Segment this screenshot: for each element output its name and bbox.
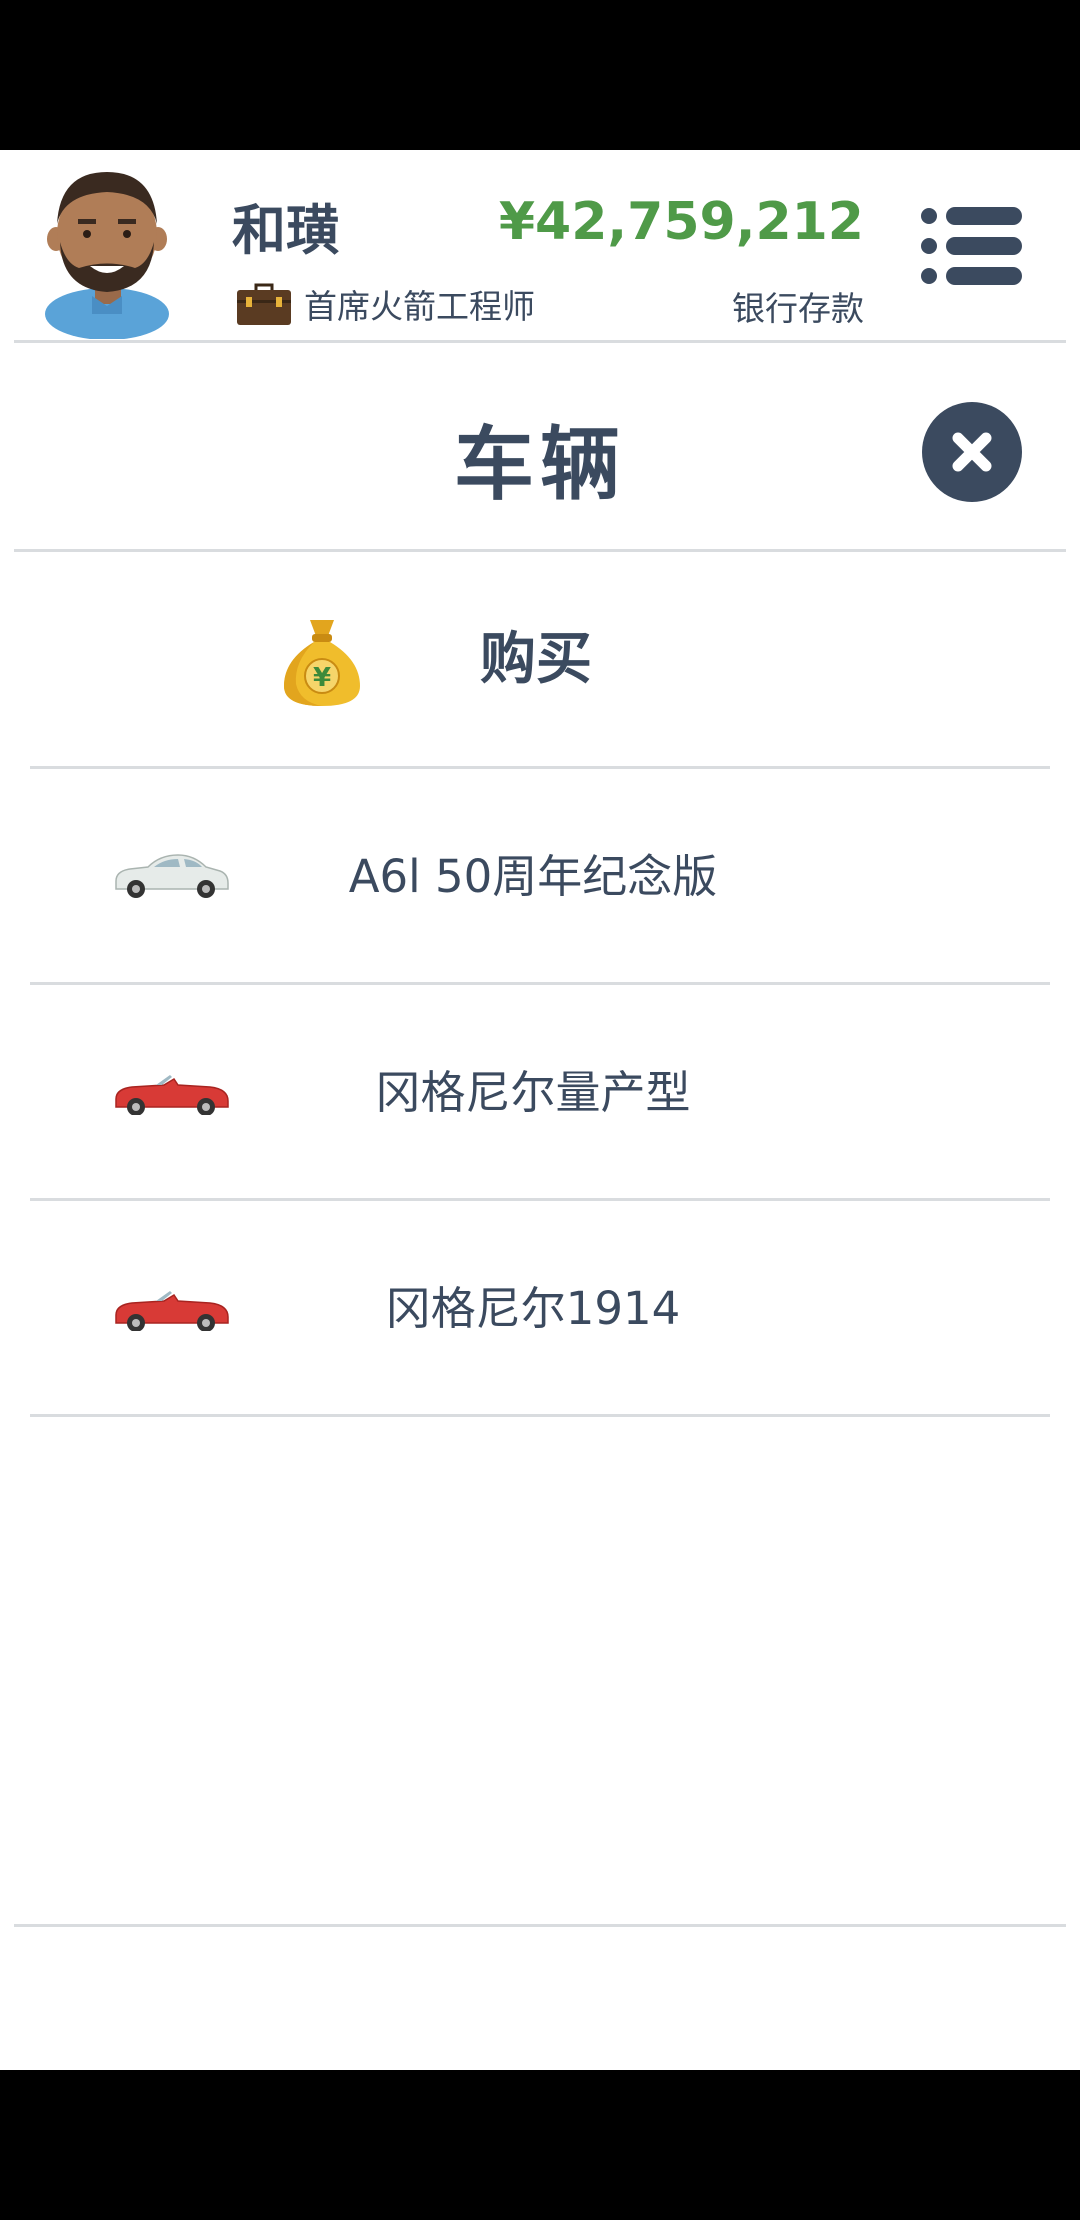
menu-list-icon[interactable] <box>920 206 1024 286</box>
buy-vehicle-button[interactable]: ¥ 购买 <box>0 552 1080 768</box>
header-divider <box>14 340 1066 343</box>
briefcase-icon <box>237 283 291 325</box>
list-item-vehicle[interactable]: 冈格尼尔1914 <box>0 1201 1080 1417</box>
bank-balance-label: 银行存款 <box>732 289 864 328</box>
footer-divider <box>14 1924 1066 1927</box>
status-bar <box>0 0 1080 150</box>
job-info: 首席火箭工程师 <box>236 280 535 328</box>
navigation-bar <box>0 2070 1080 2220</box>
close-button[interactable] <box>922 402 1022 502</box>
list-divider <box>30 1414 1050 1417</box>
buy-label: 购买 <box>480 627 592 692</box>
svg-text:¥: ¥ <box>313 663 331 693</box>
money-bag-icon: ¥ <box>284 620 360 706</box>
list-item-vehicle[interactable]: A6l 50周年纪念版 <box>0 769 1080 985</box>
app-screen: 和璜 首席火箭工程师 ¥42,759,212 银行存款 车辆 ¥ 购买 A6l … <box>0 150 1080 2070</box>
vehicle-name: 冈格尼尔1914 <box>385 1282 681 1335</box>
list-item-vehicle[interactable]: 冈格尼尔量产型 <box>0 985 1080 1201</box>
vehicle-name: 冈格尼尔量产型 <box>375 1066 691 1119</box>
avatar[interactable] <box>40 164 175 339</box>
player-name: 和璜 <box>232 199 340 262</box>
player-header: 和璜 首席火箭工程师 ¥42,759,212 银行存款 <box>0 150 1080 340</box>
vehicle-name: A6l 50周年纪念版 <box>348 850 718 903</box>
bank-balance: ¥42,759,212 <box>498 192 864 252</box>
page-title: 车辆 <box>454 418 626 511</box>
close-icon <box>952 432 992 472</box>
job-title: 首席火箭工程师 <box>304 287 535 326</box>
